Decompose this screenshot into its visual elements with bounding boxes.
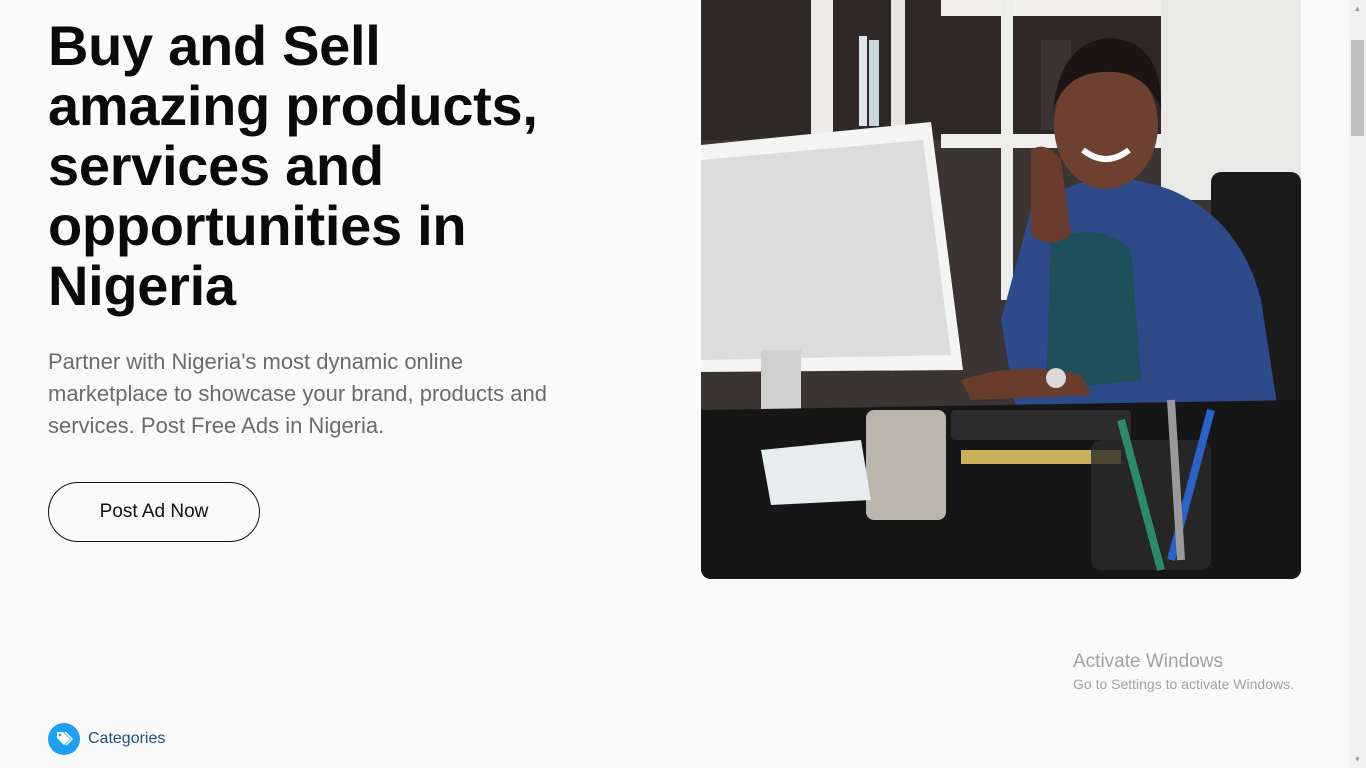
hero-title: Buy and Sell amazing products, services …	[48, 14, 538, 317]
tag-icon	[48, 723, 80, 755]
post-ad-now-label: Post Ad Now	[99, 501, 209, 522]
businesswoman-photo	[701, 0, 1301, 579]
watermark-title: Activate Windows	[1073, 651, 1223, 672]
activate-windows-watermark: Activate Windows Go to Settings to activ…	[1073, 650, 1294, 694]
post-ad-now-button[interactable]: Post Ad Now	[48, 482, 260, 542]
scroll-down-icon[interactable]: ▼	[1349, 751, 1366, 768]
scroll-up-icon[interactable]: ▲	[1349, 0, 1366, 17]
categories-link[interactable]: Categories	[48, 723, 165, 755]
vertical-scrollbar[interactable]: ▲ ▼	[1349, 0, 1366, 768]
hero-subtitle: Partner with Nigeria's most dynamic onli…	[48, 349, 547, 438]
scroll-thumb[interactable]	[1351, 40, 1364, 136]
watermark-subtitle: Go to Settings to activate Windows.	[1073, 676, 1294, 692]
hero-image	[701, 0, 1301, 579]
page: Buy and Sell amazing products, services …	[0, 0, 1366, 768]
categories-label: Categories	[88, 730, 166, 747]
